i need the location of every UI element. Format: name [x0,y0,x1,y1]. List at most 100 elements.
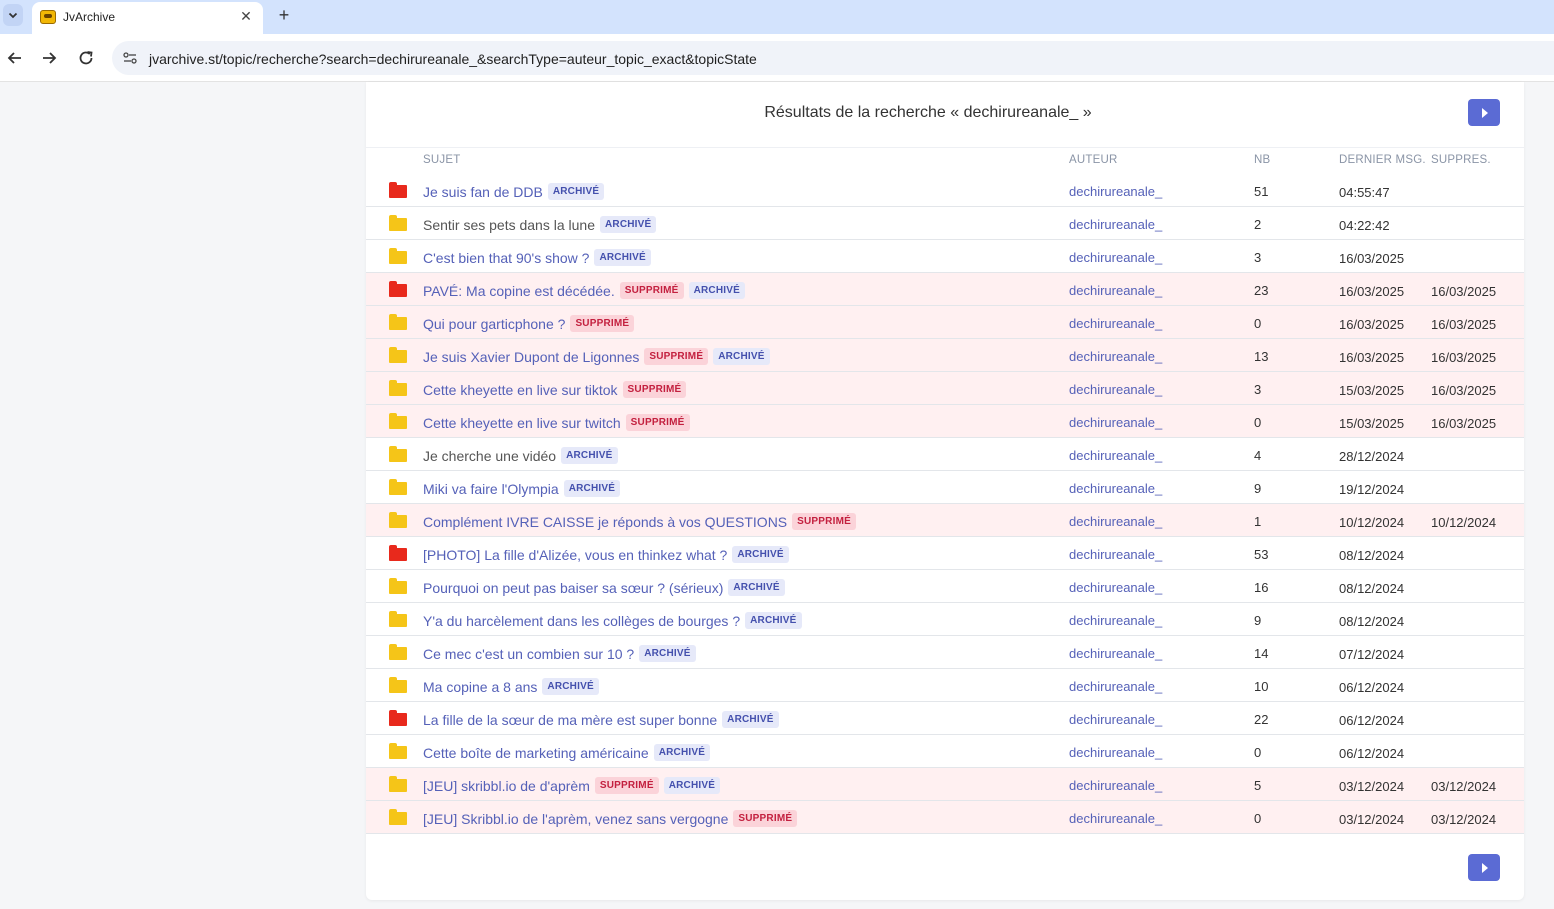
topic-author-link[interactable]: dechirureanale_ [1069,316,1162,331]
topic-author-link[interactable]: dechirureanale_ [1069,778,1162,793]
topic-link[interactable]: Sentir ses pets dans la lune [423,217,595,233]
table-row: Ce mec c'est un combien sur 10 ? ARCHIVÉ d… [366,636,1524,669]
archived-badge: ARCHIVÉ [653,744,711,761]
site-settings-icon[interactable] [122,50,138,66]
topic-link[interactable]: Cette kheyette en live sur twitch [423,415,621,431]
address-bar[interactable]: jvarchive.st/topic/recherche?search=dech… [112,41,1554,75]
topic-list: Je suis fan de DDB ARCHIVÉ dechirureanale_… [366,174,1524,834]
table-row: Je suis fan de DDB ARCHIVÉ dechirureanale_… [366,174,1524,207]
topic-message-count: 23 [1254,283,1269,298]
archived-badge: ARCHIVÉ [713,348,770,365]
topic-link[interactable]: Ce mec c'est un combien sur 10 ? [423,646,634,662]
table-row: [JEU] Skribbl.io de l'aprèm, venez sans … [366,801,1524,834]
topic-link[interactable]: La fille de la sœur de ma mère est super… [423,712,717,728]
archived-badge: ARCHIVÉ [561,447,618,464]
tab-search-button[interactable] [3,4,23,26]
topic-author-link[interactable]: dechirureanale_ [1069,283,1162,298]
folder-icon [389,644,407,660]
topic-link[interactable]: Cette kheyette en live sur tiktok [423,382,618,398]
topic-link[interactable]: Je suis Xavier Dupont de Ligonnes [423,349,639,365]
topic-last-message: 28/12/2024 [1339,449,1405,464]
topic-author-link[interactable]: dechirureanale_ [1069,514,1162,529]
topic-author-link[interactable]: dechirureanale_ [1069,184,1162,199]
topic-last-message: 06/12/2024 [1339,680,1405,695]
browser-tab[interactable]: JvArchive ✕ [32,2,263,34]
table-row: Cette kheyette en live sur tiktok SUPPRIM… [366,372,1524,405]
topic-author-link[interactable]: dechirureanale_ [1069,712,1162,727]
topic-author-link[interactable]: dechirureanale_ [1069,382,1162,397]
topic-link[interactable]: Y'a du harcèlement dans les collèges de … [423,613,740,629]
topic-message-count: 10 [1254,679,1269,694]
table-row: Miki va faire l'Olympia ARCHIVÉ dechirurea… [366,471,1524,504]
topic-message-count: 14 [1254,646,1269,661]
topic-author-link[interactable]: dechirureanale_ [1069,349,1162,364]
topic-link[interactable]: Je suis fan de DDB [423,184,543,200]
folder-icon [389,710,407,726]
topic-message-count: 22 [1254,712,1269,727]
topic-author-link[interactable]: dechirureanale_ [1069,481,1162,496]
topic-author-link[interactable]: dechirureanale_ [1069,547,1162,562]
topic-link[interactable]: [JEU] Skribbl.io de l'aprèm, venez sans … [423,811,728,827]
divider [366,147,1524,148]
topic-link[interactable]: Je cherche une vidéo [423,448,556,464]
topic-link[interactable]: [JEU] skribbl.io de d'aprèm [423,778,590,794]
table-row: Cette boîte de marketing américaine ARCHI… [366,735,1524,768]
topic-link[interactable]: PAVÉ: Ma copine est décédée. [423,283,615,299]
topic-author-link[interactable]: dechirureanale_ [1069,679,1162,694]
jvarchive-favicon-icon [40,10,56,24]
folder-icon [389,182,407,198]
topic-link[interactable]: Miki va faire l'Olympia [423,481,559,497]
archived-badge: ARCHIVÉ [542,678,599,695]
topic-last-message: 16/03/2025 [1339,251,1405,266]
folder-icon [389,677,407,693]
topic-link[interactable]: Complément IVRE CAISSE je réponds à vos … [423,514,787,530]
topic-subject: [PHOTO] La fille d'Alizée, vous en think… [423,546,789,563]
topic-subject: [JEU] Skribbl.io de l'aprèm, venez sans … [423,810,798,827]
new-tab-button[interactable]: + [273,5,295,27]
topic-author-link[interactable]: dechirureanale_ [1069,448,1162,463]
table-row: Pourquoi on peut pas baiser sa sœur ? (s… [366,570,1524,603]
folder-icon [389,512,407,528]
topic-author-link[interactable]: dechirureanale_ [1069,580,1162,595]
topic-subject: Cette boîte de marketing américaine ARCHI… [423,744,711,761]
topic-author-link[interactable]: dechirureanale_ [1069,646,1162,661]
topic-link[interactable]: Cette boîte de marketing américaine [423,745,649,761]
forward-arrow-icon[interactable] [38,47,60,69]
topic-message-count: 3 [1254,382,1262,397]
archived-badge: ARCHIVÉ [688,282,745,299]
topic-link[interactable]: Qui pour garticphone ? [423,316,565,332]
topic-message-count: 0 [1254,811,1262,826]
table-row: Complément IVRE CAISSE je réponds à vos … [366,504,1524,537]
topic-subject: Je suis Xavier Dupont de Ligonnes SUPPRIM… [423,348,770,365]
folder-icon [389,314,407,330]
table-row: Cette kheyette en live sur twitch SUPPRIM… [366,405,1524,438]
topic-subject: C'est bien that 90's show ? ARCHIVÉ [423,249,651,266]
topic-message-count: 1 [1254,514,1262,529]
folder-icon [389,479,407,495]
topic-last-message: 10/12/2024 [1339,515,1405,530]
next-page-button-bottom[interactable] [1468,854,1500,881]
topic-author-link[interactable]: dechirureanale_ [1069,745,1162,760]
topic-author-link[interactable]: dechirureanale_ [1069,613,1162,628]
topic-link[interactable]: [PHOTO] La fille d'Alizée, vous en think… [423,547,727,563]
deleted-badge: SUPPRIMÉ [570,315,635,332]
folder-icon [389,413,407,429]
chevron-down-icon [8,12,18,19]
topic-author-link[interactable]: dechirureanale_ [1069,250,1162,265]
topic-link[interactable]: C'est bien that 90's show ? [423,250,589,266]
next-page-button[interactable] [1468,99,1500,126]
topic-deletion-date: 03/12/2024 [1431,779,1497,794]
topic-link[interactable]: Ma copine a 8 ans [423,679,537,695]
topic-author-link[interactable]: dechirureanale_ [1069,415,1162,430]
column-header-last-message: DERNIER MSG. [1339,154,1426,166]
url-text[interactable]: jvarchive.st/topic/recherche?search=dech… [149,51,757,67]
table-row: Qui pour garticphone ? SUPPRIMÉ dechirurea… [366,306,1524,339]
back-arrow-icon[interactable] [4,47,26,69]
folder-icon [389,380,407,396]
topic-author-link[interactable]: dechirureanale_ [1069,811,1162,826]
column-header-nb: NB [1254,154,1271,166]
reload-icon[interactable] [75,47,97,69]
topic-link[interactable]: Pourquoi on peut pas baiser sa sœur ? (s… [423,580,723,596]
topic-author-link[interactable]: dechirureanale_ [1069,217,1162,232]
close-tab-icon[interactable]: ✕ [237,7,255,25]
